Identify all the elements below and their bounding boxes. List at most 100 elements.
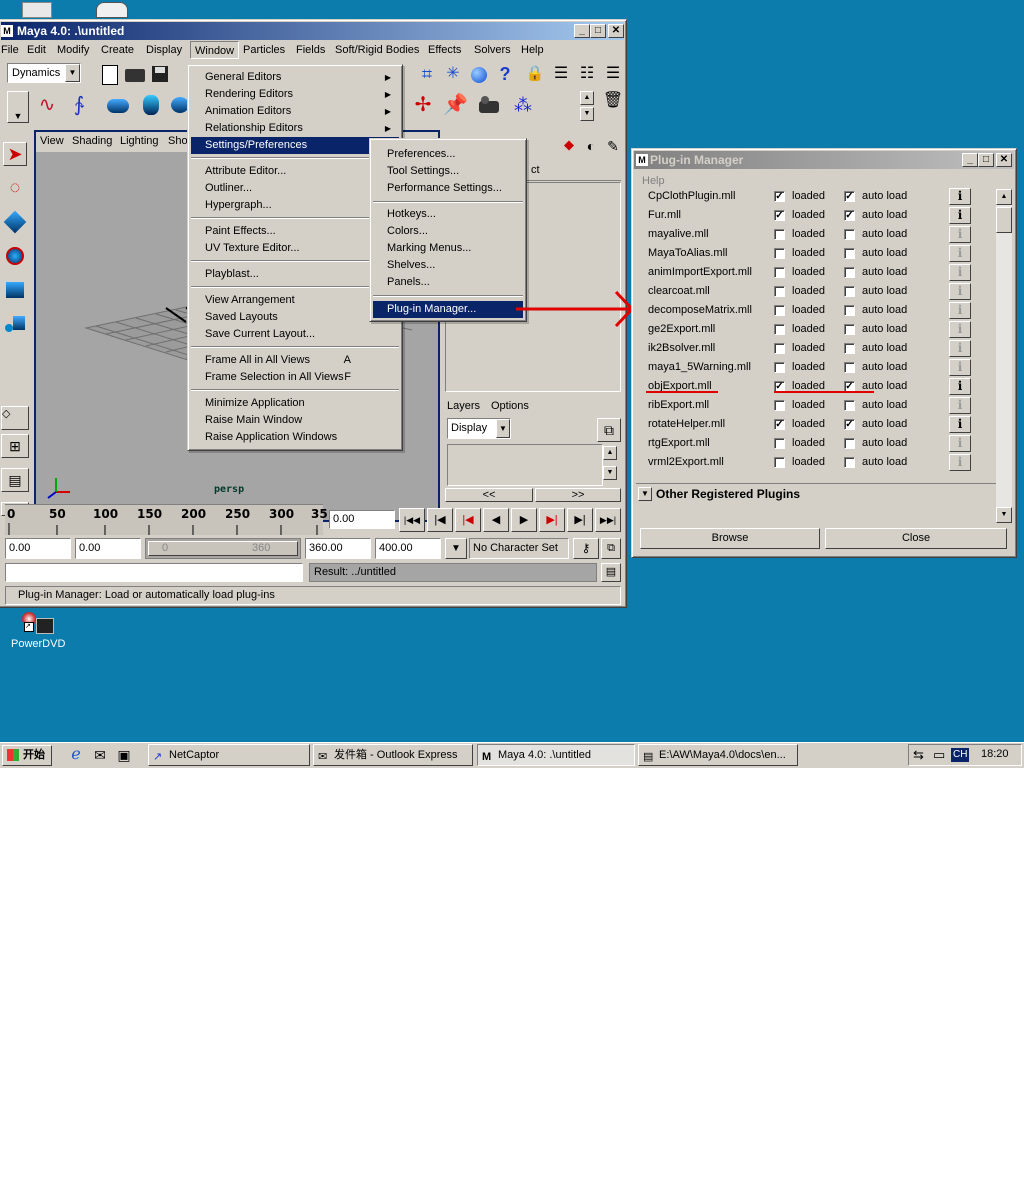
menu-item-performance-settings[interactable]: Performance Settings...	[373, 180, 523, 197]
network-tray-icon[interactable]: ⇆	[913, 747, 924, 763]
particle-icon[interactable]: ✳	[441, 63, 465, 87]
desktop-icon-partial[interactable]	[96, 2, 128, 18]
select-tool-icon[interactable]: ➤	[3, 142, 27, 166]
info-icon[interactable]: i	[949, 302, 971, 319]
collapse-arrow-icon[interactable]: ▼	[638, 487, 652, 501]
menu-item-tool-settings[interactable]: Tool Settings...	[373, 163, 523, 180]
menu-solvers[interactable]: Solvers	[474, 41, 511, 59]
channel-box-icon[interactable]: ☰	[601, 63, 625, 87]
menu-item-rendering-editors[interactable]: Rendering Editors ▶	[191, 86, 399, 103]
menu-item-minimize-application[interactable]: Minimize Application	[191, 395, 399, 412]
outliner-layout-icon[interactable]: ▤	[1, 468, 29, 492]
manipulator-icon[interactable]	[3, 312, 27, 336]
menu-item-frame-all[interactable]: Frame All in All Views A	[191, 352, 399, 369]
menu-item-saved-layouts[interactable]: Saved Layouts▶	[191, 309, 399, 326]
viewport-menu-shading[interactable]: Shading	[72, 132, 112, 150]
loaded-checkbox[interactable]: ✓	[774, 419, 785, 430]
command-input[interactable]	[5, 563, 303, 582]
loaded-checkbox[interactable]	[774, 248, 785, 259]
close-icon[interactable]: ✕	[608, 24, 624, 38]
range-end-field[interactable]: 360.00	[305, 538, 371, 559]
character-set-field[interactable]: No Character Set	[469, 538, 569, 559]
menu-item-relationship-editors[interactable]: Relationship Editors ▶	[191, 120, 399, 137]
auto-load-checkbox[interactable]	[844, 248, 855, 259]
menu-item-save-current-layout[interactable]: Save Current Layout...	[191, 326, 399, 343]
auto-load-checkbox[interactable]	[844, 343, 855, 354]
menu-item-colors[interactable]: Colors...	[373, 223, 523, 240]
menu-item-playblast[interactable]: Playblast...	[191, 266, 399, 283]
scroll-down-icon[interactable]: ▼	[996, 507, 1012, 523]
menu-item-frame-selection[interactable]: Frame Selection in All Views F	[191, 369, 399, 386]
scroll-left-button[interactable]: <<	[445, 488, 533, 502]
menu-item-shelves[interactable]: Shelves...	[373, 257, 523, 274]
shelf-scroll-up[interactable]: ▲	[580, 91, 594, 105]
menu-item-raise-main-window[interactable]: Raise Main Window	[191, 412, 399, 429]
viewport-menu-lighting[interactable]: Lighting	[120, 132, 159, 150]
info-icon[interactable]: i	[949, 245, 971, 262]
shelf-scroll-down[interactable]: ▼	[580, 107, 594, 121]
auto-load-checkbox[interactable]	[844, 438, 855, 449]
layers-list[interactable]	[447, 444, 603, 486]
powerdvd-icon[interactable]: ↗	[22, 610, 54, 634]
attribute-editor-icon[interactable]: ☰	[549, 63, 573, 87]
menu-item-animation-editors[interactable]: Animation Editors ▶	[191, 103, 399, 120]
close-button[interactable]: Close	[825, 528, 1007, 549]
plugin-manager-titlebar[interactable]: M Plug-in Manager _ □ ✕	[634, 151, 1014, 169]
tool-settings-icon[interactable]: ☷	[575, 63, 599, 87]
task-maya[interactable]: M Maya 4.0: .\untitled	[477, 744, 635, 766]
step-forward-frame-icon[interactable]: ▶|	[539, 508, 565, 532]
auto-load-checkbox[interactable]	[844, 267, 855, 278]
menu-item-attribute-editor[interactable]: Attribute Editor...	[191, 163, 399, 180]
scroll-up-icon[interactable]: ▲	[996, 189, 1012, 205]
new-layer-icon[interactable]: ⧉	[597, 418, 621, 442]
trash-icon[interactable]: 🗑	[601, 89, 625, 113]
time-slider[interactable]: 0 50 100 150 200 250 300 35	[5, 504, 328, 535]
monitor-tray-icon[interactable]: ▭	[933, 747, 945, 763]
loaded-checkbox[interactable]	[774, 324, 785, 335]
menu-modify[interactable]: Modify	[57, 41, 89, 59]
task-explorer[interactable]: ▤ E:\AW\Maya4.0\docs\en...	[638, 744, 798, 766]
info-icon[interactable]: i	[949, 321, 971, 338]
current-time-field[interactable]: 0.00	[329, 510, 395, 529]
auto-load-checkbox[interactable]: ✓	[844, 419, 855, 430]
range-end-field-2[interactable]: 400.00	[375, 538, 441, 559]
range-start-field[interactable]: 0.00	[5, 538, 71, 559]
ie-quicklaunch-icon[interactable]: ℯ	[66, 745, 86, 765]
menu-item-settings-preferences[interactable]: Settings/Preferences▶	[191, 137, 399, 154]
menu-item-general-editors[interactable]: General Editors ▶	[191, 69, 399, 86]
auto-load-checkbox[interactable]: ✓	[844, 191, 855, 202]
menu-window[interactable]: Window	[190, 41, 240, 59]
menu-effects[interactable]: Effects	[428, 41, 461, 59]
pin-icon[interactable]: 📌	[443, 93, 468, 117]
auto-load-checkbox[interactable]	[844, 324, 855, 335]
info-icon[interactable]: i	[949, 283, 971, 300]
help-icon[interactable]: ?	[493, 63, 517, 87]
cylinder-icon[interactable]	[105, 93, 129, 117]
menu-edit[interactable]: Edit	[27, 41, 46, 59]
step-back-frame-icon[interactable]: |◀	[455, 508, 481, 532]
desktop-quicklaunch-icon[interactable]: ▣	[114, 745, 134, 765]
loaded-checkbox[interactable]	[774, 438, 785, 449]
menu-item-hotkeys[interactable]: Hotkeys...	[373, 206, 523, 223]
auto-load-checkbox[interactable]	[844, 400, 855, 411]
menu-particles[interactable]: Particles	[243, 41, 285, 59]
pen-icon[interactable]: ✎	[601, 136, 625, 160]
menu-item-paint-effects[interactable]: Paint Effects...	[191, 223, 399, 240]
menu-soft-rigid-bodies[interactable]: Soft/Rigid Bodies	[335, 41, 419, 59]
range-slider[interactable]: 0 360	[145, 538, 301, 559]
maya-titlebar[interactable]: M Maya 4.0: .\untitled _ □ ✕	[1, 22, 624, 40]
other-registered-plugins-header[interactable]: ▼ Other Registered Plugins	[636, 483, 996, 504]
auto-load-checkbox[interactable]	[844, 457, 855, 468]
info-icon[interactable]: i	[949, 435, 971, 452]
move-tool-icon[interactable]	[3, 210, 27, 234]
info-icon[interactable]: i	[949, 226, 971, 243]
menu-item-view-arrangement[interactable]: View Arrangement▶	[191, 292, 399, 309]
lock-icon[interactable]: 🔒	[523, 63, 547, 87]
scroll-right-button[interactable]: >>	[535, 488, 621, 502]
auto-load-checkbox[interactable]: ✓	[844, 210, 855, 221]
menu-item-plugin-manager[interactable]: Plug-in Manager...	[373, 301, 523, 318]
mode-select[interactable]: Dynamics ▼	[7, 63, 81, 83]
menu-item-outliner[interactable]: Outliner...	[191, 180, 399, 197]
info-icon[interactable]: i	[949, 454, 971, 471]
single-pane-layout-icon[interactable]: ◇	[1, 406, 29, 430]
